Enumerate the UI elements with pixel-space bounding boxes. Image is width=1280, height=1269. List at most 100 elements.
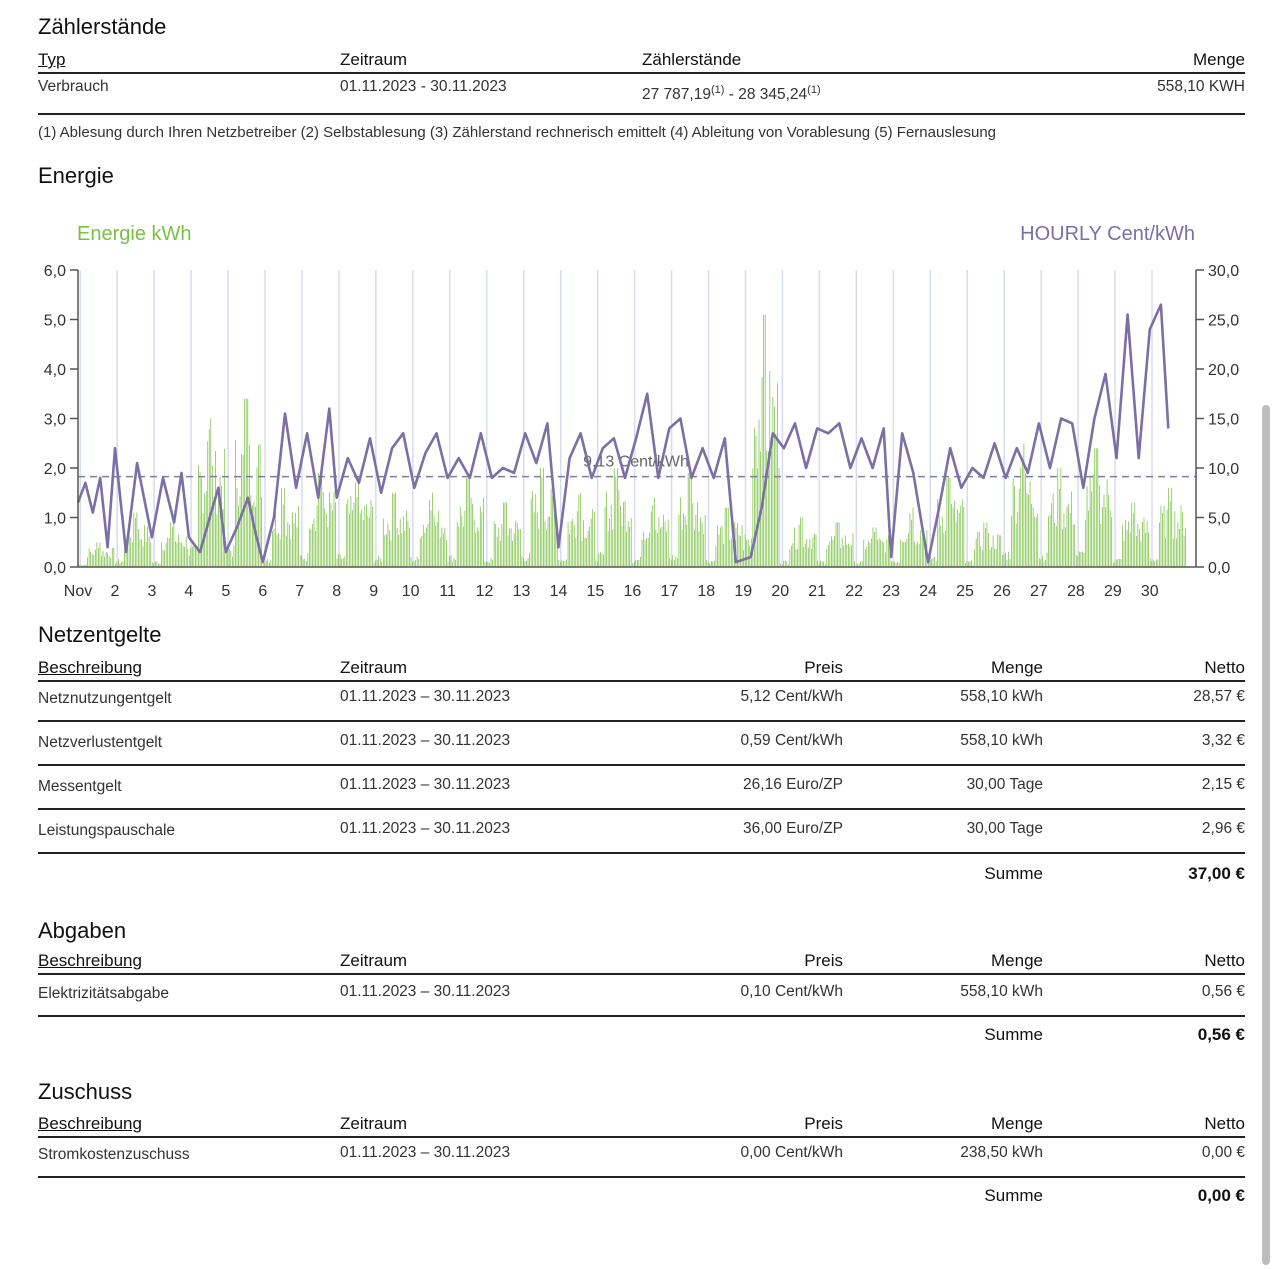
energy-bar xyxy=(943,533,945,567)
energy-bar xyxy=(934,556,935,567)
energy-bar xyxy=(906,538,908,567)
energy-bar xyxy=(613,468,615,567)
energy-bar xyxy=(849,546,851,567)
section-title-zaehlerstaende: Zählerstände xyxy=(38,14,167,39)
energy-bar xyxy=(176,542,178,567)
energy-bar xyxy=(407,520,409,567)
energy-bar xyxy=(995,549,997,567)
energy-bar xyxy=(900,539,902,567)
energy-bar xyxy=(1143,517,1145,567)
energy-bar xyxy=(723,543,724,567)
cell-zeitraum: 01.11.2023 – 30.11.2023 xyxy=(340,776,511,793)
energy-bar xyxy=(1085,520,1086,567)
energy-bar xyxy=(693,529,695,567)
energy-bar xyxy=(1128,521,1129,567)
energy-bar xyxy=(697,502,698,567)
energy-bar xyxy=(392,492,393,567)
energy-bar xyxy=(256,467,258,567)
energy-bar xyxy=(147,526,149,567)
energy-bar xyxy=(247,398,249,567)
header-preis: Preis xyxy=(804,1114,843,1133)
energy-bar xyxy=(811,549,812,567)
cell-zeitraum: 01.11.2023 – 30.11.2023 xyxy=(340,820,511,837)
energy-bar xyxy=(473,519,475,567)
energy-bar xyxy=(181,542,182,567)
energy-bar xyxy=(370,500,372,567)
energy-bar xyxy=(829,541,831,567)
energy-bar xyxy=(336,558,338,567)
sum-value: 0,56 € xyxy=(1197,1025,1245,1044)
energy-bar xyxy=(897,561,898,567)
energy-bar xyxy=(997,534,999,567)
energy-bar xyxy=(1086,486,1088,567)
energy-bar xyxy=(680,497,681,567)
cell-beschreibung: Elektrizitätsabgabe xyxy=(38,985,169,1002)
meter-start-note: (1) xyxy=(710,84,725,96)
energy-bar xyxy=(872,527,874,567)
energy-bar xyxy=(273,528,275,567)
energy-bar xyxy=(806,539,808,567)
energy-bar xyxy=(113,547,115,567)
energy-bar xyxy=(530,498,532,567)
energy-bar xyxy=(992,535,994,567)
energy-bar xyxy=(1095,448,1097,567)
energy-bar xyxy=(1021,456,1023,567)
energy-bar xyxy=(87,557,88,567)
energy-bar xyxy=(231,556,233,567)
energy-bar xyxy=(228,548,230,567)
energy-bar xyxy=(677,558,678,567)
energy-bar xyxy=(324,508,326,567)
energy-bar xyxy=(935,561,937,567)
y-tick-label-left: 6,0 xyxy=(44,263,66,280)
energy-bar xyxy=(544,521,546,567)
energy-bar xyxy=(687,472,689,567)
energy-bar xyxy=(1065,527,1066,567)
energy-bar xyxy=(592,508,594,567)
energy-bar xyxy=(593,511,595,567)
energy-bar xyxy=(713,560,715,567)
energy-bar xyxy=(433,516,435,567)
energy-bar xyxy=(866,546,868,567)
energy-bar xyxy=(1005,552,1006,567)
energy-bar xyxy=(362,520,364,567)
energy-bar xyxy=(94,549,96,567)
energy-bar xyxy=(1111,517,1113,567)
vertical-scrollbar[interactable] xyxy=(1262,405,1270,1265)
energy-bar xyxy=(316,505,318,567)
energy-bar xyxy=(107,552,108,567)
energy-bar xyxy=(424,532,426,567)
energy-bar xyxy=(536,512,538,567)
energy-bar xyxy=(1146,520,1148,567)
energy-bar xyxy=(102,550,104,567)
energy-bar xyxy=(792,543,794,567)
energy-bar xyxy=(1018,489,1020,567)
cell-beschreibung: Netzverlustentgelt xyxy=(38,734,163,751)
energy-bar xyxy=(1109,509,1111,567)
energy-bar xyxy=(538,528,540,567)
energy-bar xyxy=(1103,494,1105,567)
energy-bar xyxy=(315,531,316,567)
cell-netto: 2,15 € xyxy=(1201,776,1245,793)
energy-bar xyxy=(1122,524,1123,567)
energy-bar xyxy=(1032,507,1034,567)
energy-bar xyxy=(165,543,167,567)
energy-bar xyxy=(118,559,119,567)
cell-preis: 5,12 Cent/kWh xyxy=(740,688,843,705)
energy-bar xyxy=(576,511,578,567)
energy-bar xyxy=(310,529,312,567)
energy-bar xyxy=(763,314,765,567)
energy-bar xyxy=(188,555,190,567)
energy-bar xyxy=(863,539,865,567)
energy-bar xyxy=(1125,519,1126,567)
energy-bar xyxy=(672,554,674,567)
energy-bar xyxy=(210,418,212,567)
y-tick-label-left: 4,0 xyxy=(44,362,66,379)
energy-bar xyxy=(379,558,381,567)
energy-bar xyxy=(815,534,817,567)
energy-bar xyxy=(96,542,98,567)
energy-bar xyxy=(170,522,172,567)
energy-bar xyxy=(207,441,209,567)
energy-bar xyxy=(1058,489,1060,567)
energy-bar xyxy=(1151,561,1153,567)
energy-bar xyxy=(566,559,567,567)
